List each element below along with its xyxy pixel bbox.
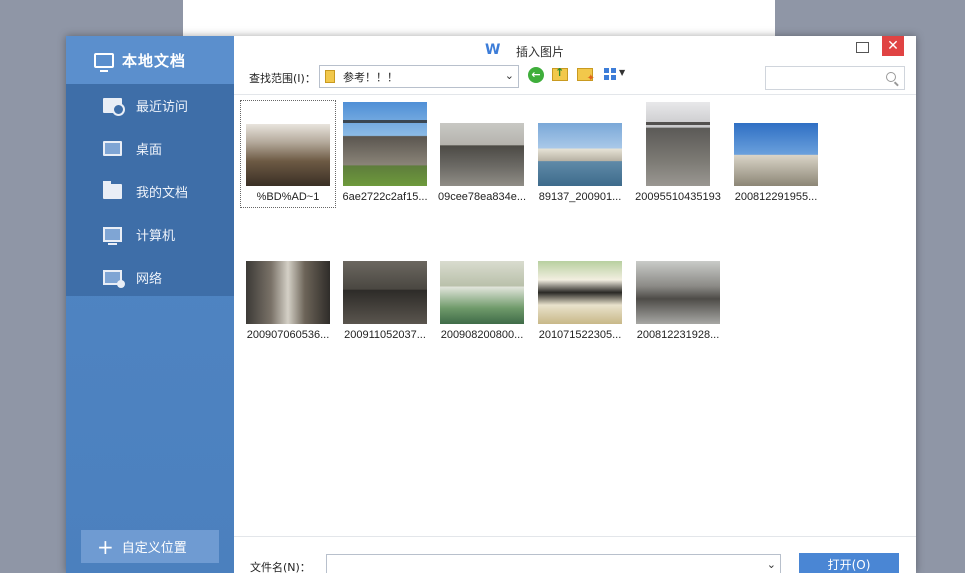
file-item[interactable]: 201071522305... xyxy=(532,261,628,341)
back-button[interactable]: ← xyxy=(528,67,544,83)
dialog-title: 插入图片 xyxy=(516,45,565,59)
open-button[interactable]: 打开(O) xyxy=(799,553,899,573)
file-item[interactable]: 200812291955... xyxy=(728,123,824,203)
sidebar-header: 本地文档 xyxy=(66,36,234,84)
file-item[interactable]: 20095510435193 xyxy=(630,102,726,203)
file-name: %BD%AD~1 xyxy=(256,191,320,203)
file-name: 20095510435193 xyxy=(635,191,721,203)
sidebar-item-recent[interactable]: 最近访问 xyxy=(66,84,234,127)
thumbnail xyxy=(440,123,524,186)
view-dropdown-arrow-icon[interactable]: ▼ xyxy=(619,68,625,77)
file-item[interactable]: %BD%AD~1 xyxy=(240,100,336,208)
thumbnail xyxy=(734,123,818,186)
folder-icon xyxy=(325,70,335,83)
search-input[interactable] xyxy=(770,67,880,89)
file-item[interactable]: 09cee78ea834e... xyxy=(434,123,530,203)
file-item[interactable]: 200908200800... xyxy=(434,261,530,341)
thumbnail xyxy=(246,261,330,324)
custom-location-label: 自定义位置 xyxy=(121,541,187,556)
filename-field[interactable]: ⌄ xyxy=(326,554,781,573)
sidebar-item-desktop[interactable]: 桌面 xyxy=(66,127,234,170)
file-name: 89137_200901... xyxy=(538,191,622,203)
sidebar-nav: 最近访问 桌面 我的文档 计算机 网络 xyxy=(66,84,234,296)
file-item[interactable]: 200911052037... xyxy=(337,261,433,341)
view-menu-button[interactable] xyxy=(604,68,617,81)
file-item[interactable]: 200907060536... xyxy=(240,261,336,341)
toolbar: 查找范围(I)： 参考！！！ ⌄ ← ▼ xyxy=(234,62,916,94)
monitor-icon xyxy=(94,52,114,72)
insert-picture-dialog: 本地文档 最近访问 桌面 我的文档 计算机 网络 + 自定义位置 W 插入图片 … xyxy=(66,36,916,573)
sidebar-title: 本地文档 xyxy=(122,51,187,70)
thumbnail xyxy=(538,261,622,324)
up-folder-button[interactable] xyxy=(552,66,568,81)
recent-icon xyxy=(103,98,125,116)
computer-icon xyxy=(103,227,122,245)
wps-writer-icon: W xyxy=(485,42,501,58)
lookin-dropdown[interactable]: 参考！！！ ⌄ xyxy=(319,65,519,88)
file-item[interactable]: 6ae2722c2af15... xyxy=(337,102,433,203)
sidebar-item-label: 桌面 xyxy=(136,143,163,158)
sidebar-item-network[interactable]: 网络 xyxy=(66,256,234,299)
thumbnail xyxy=(646,102,710,186)
chevron-down-icon[interactable]: ⌄ xyxy=(767,558,776,571)
thumbnail xyxy=(538,123,622,186)
file-name: 09cee78ea834e... xyxy=(437,191,527,203)
documents-icon xyxy=(103,181,122,199)
file-list: %BD%AD~1 6ae2722c2af15... 09cee78ea834e.… xyxy=(234,94,916,536)
thumbnail xyxy=(636,261,720,324)
filename-label: 文件名(N)： xyxy=(250,561,311,573)
thumbnail xyxy=(440,261,524,324)
thumbnail xyxy=(343,102,427,186)
sidebar-item-label: 我的文档 xyxy=(136,186,189,201)
lookin-label: 查找范围(I)： xyxy=(249,72,316,85)
sidebar-item-computer[interactable]: 计算机 xyxy=(66,213,234,256)
plus-icon: + xyxy=(97,534,114,559)
dialog-footer: 文件名(N)： ⌄ 打开(O) xyxy=(234,536,916,573)
sidebar-item-documents[interactable]: 我的文档 xyxy=(66,170,234,213)
maximize-icon[interactable] xyxy=(856,42,869,53)
file-name: 201071522305... xyxy=(538,329,622,341)
chevron-down-icon: ⌄ xyxy=(504,69,514,82)
file-name: 200908200800... xyxy=(440,329,524,341)
thumbnail xyxy=(343,261,427,324)
desktop-icon xyxy=(103,141,122,156)
file-item[interactable]: 89137_200901... xyxy=(532,123,628,203)
file-name: 200812231928... xyxy=(636,329,720,341)
search-box[interactable] xyxy=(765,66,905,90)
sidebar-item-label: 计算机 xyxy=(136,229,176,244)
file-name: 6ae2722c2af15... xyxy=(342,191,428,203)
lookin-value: 参考！！！ xyxy=(343,70,398,84)
file-name: 200907060536... xyxy=(246,329,330,341)
file-item[interactable]: 200812231928... xyxy=(630,261,726,341)
sidebar: 本地文档 最近访问 桌面 我的文档 计算机 网络 + 自定义位置 xyxy=(66,36,234,573)
sidebar-item-label: 最近访问 xyxy=(136,100,189,115)
new-folder-button[interactable] xyxy=(577,68,595,84)
file-name: 200812291955... xyxy=(734,191,818,203)
close-button[interactable]: ✕ xyxy=(882,36,904,56)
document-page-background xyxy=(183,0,775,36)
network-icon xyxy=(103,270,125,288)
thumbnail xyxy=(246,124,330,186)
custom-location-button[interactable]: + 自定义位置 xyxy=(81,530,219,563)
sidebar-item-label: 网络 xyxy=(136,272,163,287)
file-name: 200911052037... xyxy=(344,329,426,341)
search-icon[interactable] xyxy=(886,72,896,82)
titlebar: W 插入图片 ✕ xyxy=(234,36,916,62)
